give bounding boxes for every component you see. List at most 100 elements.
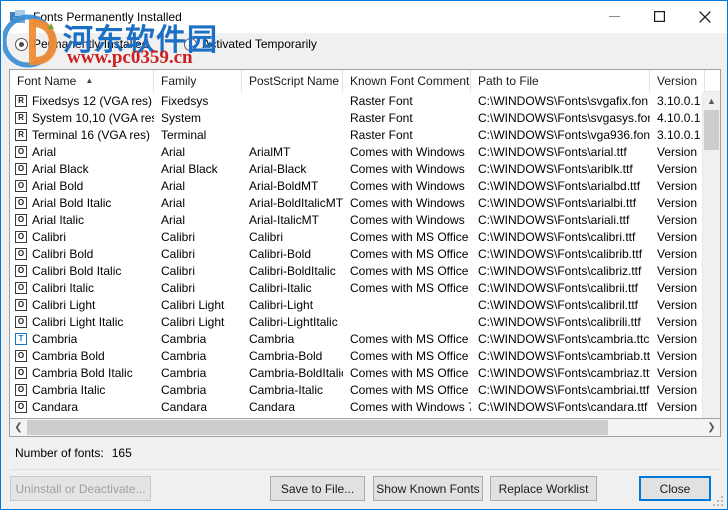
cell-postscript: Cambria: [249, 331, 295, 346]
scroll-left-icon[interactable]: ❮: [10, 419, 27, 436]
cell-version: Version: [657, 144, 698, 159]
cell-comment: [343, 313, 471, 330]
table-row[interactable]: O Arial Bold Arial Arial-BoldMT Comes with W…: [10, 177, 720, 194]
table-row[interactable]: O Arial Bold Italic Arial Arial-BoldItalicM…: [10, 194, 720, 211]
cell-name: O Cambria Italic: [10, 381, 154, 398]
cell-comment: Comes with Windows: [350, 161, 465, 176]
font-name-text: Arial Bold: [32, 178, 84, 193]
cell-postscript: Calibri-LightItalic: [249, 314, 338, 329]
font-name-text: Arial Italic: [32, 212, 85, 227]
table-row[interactable]: O Calibri Italic Calibri Calibri-Italic Come…: [10, 279, 720, 296]
table-row[interactable]: O Cambria Italic Cambria Cambria-Italic Come…: [10, 381, 720, 398]
table-row[interactable]: O Calibri Light Italic Calibri Light Calibr…: [10, 313, 720, 330]
opentype-font-icon: O: [15, 366, 27, 379]
cell-version: Version: [657, 297, 698, 312]
cell-version: Version: [657, 399, 698, 414]
cell-postscript: Arial-Black: [249, 161, 307, 176]
cell-version: Version: [657, 178, 698, 193]
font-name-text: System 10,10 (VGA res): [32, 110, 154, 125]
font-name-text: Cambria Italic: [32, 382, 106, 397]
table-row[interactable]: O Candara Candara Candara Comes with Windows…: [10, 398, 720, 415]
show-known-fonts-button[interactable]: Show Known Fonts: [373, 476, 483, 501]
truetype-font-icon: T: [15, 332, 27, 345]
minimize-icon[interactable]: [592, 1, 637, 32]
column-header-family[interactable]: Family: [154, 70, 242, 92]
opentype-font-icon: O: [15, 298, 27, 311]
table-row[interactable]: O Calibri Bold Calibri Calibri-Bold Comes wi…: [10, 245, 720, 262]
table-row[interactable]: O Cambria Bold Cambria Cambria-Bold Comes wi…: [10, 347, 720, 364]
column-header-path-to-file[interactable]: Path to File: [471, 70, 650, 92]
scroll-right-icon[interactable]: ❯: [703, 419, 720, 436]
column-header-postscript-name[interactable]: PostScript Name: [242, 70, 343, 92]
cell-name: O Arial: [10, 143, 154, 160]
cell-comment: Comes with MS Office: [350, 263, 469, 278]
cell-version: 3.10.0.1: [657, 93, 701, 108]
cell-family: System: [161, 110, 202, 125]
vertical-scroll-thumb[interactable]: [704, 110, 719, 150]
table-row[interactable]: O Calibri Light Calibri Light Calibri-Light…: [10, 296, 720, 313]
close-icon[interactable]: [682, 1, 727, 32]
table-row[interactable]: O Arial Italic Arial Arial-ItalicMT Comes wi…: [10, 211, 720, 228]
close-button[interactable]: Close: [639, 476, 711, 501]
resize-grip[interactable]: [713, 496, 724, 507]
cell-version: Version: [657, 229, 698, 244]
cell-path: C:\WINDOWS\Fonts\ariali.ttf: [478, 212, 630, 227]
save-to-file-button[interactable]: Save to File...: [270, 476, 365, 501]
uninstall-or-deactivate-button[interactable]: Uninstall or Deactivate...: [10, 476, 151, 501]
scroll-up-icon[interactable]: ▲: [703, 92, 720, 109]
table-row[interactable]: O Arial Arial ArialMT Comes with Windows C:\W…: [10, 143, 720, 160]
column-header-font-name[interactable]: Font Name ▲: [10, 70, 154, 92]
cell-name: T Cambria: [10, 330, 154, 347]
font-name-text: Cambria Bold: [32, 348, 105, 363]
cell-path: C:\WINDOWS\Fonts\calibri.ttf: [478, 229, 636, 244]
column-header-label: Known Font Comment: [350, 74, 470, 88]
cell-version: Version: [657, 348, 698, 363]
cell-name: R System 10,10 (VGA res): [10, 109, 154, 126]
table-row[interactable]: O Calibri Calibri Calibri Comes with MS Offi…: [10, 228, 720, 245]
cell-comment: Raster Font: [350, 127, 413, 142]
cell-path: C:\WINDOWS\Fonts\candara.ttf: [478, 399, 648, 414]
cell-version: Version: [657, 195, 698, 210]
cell-comment: Comes with MS Office: [350, 229, 469, 244]
table-row[interactable]: R System 10,10 (VGA res) System Raster Font…: [10, 109, 720, 126]
maximize-icon[interactable]: [637, 1, 682, 32]
table-row[interactable]: O Calibri Bold Italic Calibri Calibri-BoldI…: [10, 262, 720, 279]
cell-path: C:\WINDOWS\Fonts\calibril.ttf: [478, 297, 639, 312]
font-list: Font Name ▲ Family PostScript Name Known Fon…: [9, 69, 721, 437]
replace-worklist-button[interactable]: Replace Worklist: [490, 476, 597, 501]
cell-postscript: Arial-BoldMT: [249, 178, 319, 193]
opentype-font-icon: O: [15, 349, 27, 362]
cell-path: C:\WINDOWS\Fonts\arialbi.ttf: [478, 195, 637, 210]
table-row[interactable]: R Fixedsys 12 (VGA res) Fixedsys Raster Fon…: [10, 92, 720, 109]
cell-path: C:\WINDOWS\Fonts\cambriaz.ttf: [478, 365, 650, 380]
font-name-text: Calibri Italic: [32, 280, 95, 295]
cell-family: Candara: [161, 399, 208, 414]
table-row[interactable]: T Cambria Cambria Cambria Comes with MS Offi…: [10, 330, 720, 347]
table-row[interactable]: R Terminal 16 (VGA res) Terminal Raster Fon…: [10, 126, 720, 143]
horizontal-scrollbar[interactable]: ❮ ❯: [9, 418, 721, 437]
cell-name: O Arial Bold: [10, 177, 154, 194]
status-bar: Number of fonts: 165: [15, 446, 132, 460]
cell-name: O Calibri Light: [10, 296, 154, 313]
column-header-known-font-comment[interactable]: Known Font Comment: [343, 70, 471, 92]
table-row[interactable]: O Cambria Bold Italic Cambria Cambria-BoldI…: [10, 364, 720, 381]
cell-path: C:\WINDOWS\Fonts\cambriab.ttf: [478, 348, 650, 363]
mode-selector: Permanently Installed Activated Temporar…: [1, 33, 727, 55]
cell-version: Version: [657, 365, 698, 380]
cell-family: Cambria: [161, 348, 207, 363]
radio-permanently-installed[interactable]: Permanently Installed: [15, 37, 148, 51]
fonts-app-icon: [10, 9, 26, 25]
cell-version: Version: [657, 212, 698, 227]
cell-name: O Arial Bold Italic: [10, 194, 154, 211]
cell-path: C:\WINDOWS\Fonts\calibrib.ttf: [478, 246, 643, 261]
column-header-version[interactable]: Version: [650, 70, 705, 92]
vertical-scrollbar[interactable]: ▲ ▼: [702, 92, 720, 436]
font-name-text: Fixedsys 12 (VGA res): [32, 93, 153, 108]
cell-family: Arial: [161, 212, 186, 227]
cell-version: 4.10.0.1: [657, 110, 701, 125]
radio-activated-temporarily[interactable]: Activated Temporarily: [184, 37, 317, 51]
cell-family: Calibri Light: [161, 314, 225, 329]
horizontal-scroll-thumb[interactable]: [27, 420, 608, 435]
table-row[interactable]: O Arial Black Arial Black Arial-Black Comes …: [10, 160, 720, 177]
cell-family: Cambria: [161, 382, 207, 397]
